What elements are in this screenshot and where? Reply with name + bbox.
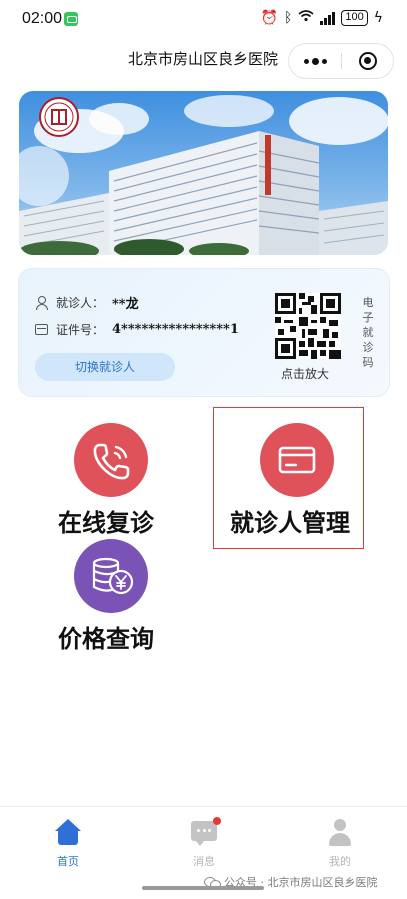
unread-badge bbox=[213, 817, 221, 825]
menu-label-online-followup: 在线复诊 bbox=[58, 508, 154, 537]
qr-enlarge-caption[interactable]: 点击放大 bbox=[281, 365, 329, 382]
menu-label-price-inquiry: 价格查询 bbox=[58, 624, 154, 653]
alarm-icon: ⏰ bbox=[260, 10, 278, 26]
id-label: 证件号： bbox=[56, 323, 105, 337]
more-icon[interactable] bbox=[289, 44, 341, 78]
tab-label-home: 首页 bbox=[57, 855, 79, 868]
home-indicator bbox=[142, 886, 264, 890]
phone-icon[interactable] bbox=[74, 423, 148, 497]
id-value: 4****************1 bbox=[112, 322, 239, 337]
tab-home[interactable]: 首页 bbox=[38, 819, 98, 869]
id-card-icon bbox=[35, 324, 48, 335]
tab-label-messages: 消息 bbox=[193, 855, 215, 868]
hospital-banner[interactable] bbox=[19, 91, 388, 255]
charging-icon: ϟ bbox=[373, 10, 383, 26]
coins-yen-icon[interactable] bbox=[74, 539, 148, 613]
highlight-box bbox=[213, 407, 364, 549]
app-notification-icon bbox=[64, 12, 78, 26]
patient-name-row: 就诊人： **龙 bbox=[35, 293, 139, 312]
wifi-icon bbox=[298, 10, 314, 26]
status-time: 02:00 bbox=[22, 10, 63, 27]
signal-icon bbox=[320, 11, 336, 25]
capsule-divider bbox=[341, 53, 342, 69]
qr-side-char: 电 bbox=[362, 296, 374, 309]
tab-messages[interactable]: 消息 bbox=[174, 817, 234, 869]
tab-profile[interactable]: 我的 bbox=[310, 819, 370, 869]
qr-side-char: 码 bbox=[362, 356, 374, 369]
message-icon bbox=[190, 817, 221, 847]
status-bar: 02:00 ⏰ ᛒ 100 ϟ bbox=[0, 0, 407, 38]
patient-name: **龙 bbox=[112, 297, 139, 312]
miniprogram-capsule bbox=[288, 43, 394, 79]
page-title: 北京市房山区良乡医院 bbox=[128, 50, 279, 68]
qr-side-char: 子 bbox=[362, 311, 374, 324]
person-icon bbox=[35, 296, 48, 310]
bluetooth-icon: ᛒ bbox=[283, 10, 293, 26]
qr-code-icon[interactable] bbox=[275, 293, 341, 359]
close-miniprogram-icon[interactable] bbox=[359, 52, 377, 70]
patient-label: 就诊人： bbox=[56, 296, 105, 310]
battery-icon: 100 bbox=[341, 10, 368, 26]
qr-side-char: 就 bbox=[362, 326, 374, 339]
status-icons: ⏰ ᛒ 100 ϟ bbox=[261, 10, 383, 26]
qr-side-char: 诊 bbox=[362, 341, 374, 354]
profile-icon bbox=[326, 819, 354, 847]
switch-patient-button[interactable]: 切换就诊人 bbox=[35, 353, 175, 381]
tab-label-profile: 我的 bbox=[329, 855, 351, 868]
home-icon bbox=[54, 819, 82, 847]
patient-card: 就诊人： **龙 证件号： 4****************1 切换就诊人 点… bbox=[18, 268, 390, 397]
hospital-logo bbox=[39, 97, 79, 137]
patient-id-row: 证件号： 4****************1 bbox=[35, 321, 239, 338]
qr-side-label: 电 子 就 诊 码 bbox=[361, 295, 375, 370]
